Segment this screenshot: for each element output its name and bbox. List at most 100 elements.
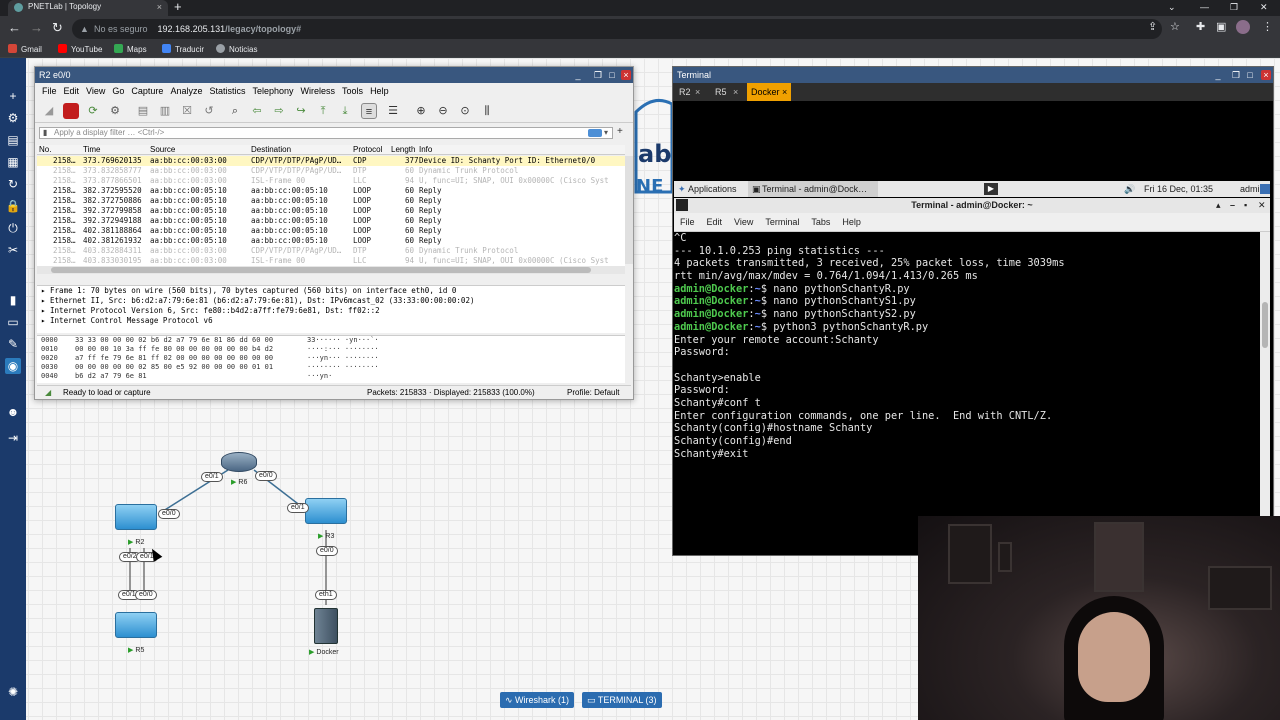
tab-close-icon[interactable]: × <box>782 87 787 97</box>
packet-row[interactable]: 2158… 373.877866501 aa:bb:cc:00:03:00 ISL-F… <box>37 176 625 186</box>
node-docker-label[interactable]: ▶ Docker <box>309 648 339 656</box>
tab-docker[interactable]: Docker × <box>747 83 792 101</box>
packet-row[interactable]: 2158… 402.381261932 aa:bb:cc:00:05:10 aa:bb… <box>37 236 625 246</box>
go-back-icon[interactable]: ⇦ <box>249 103 265 119</box>
terminal-scrollbar[interactable] <box>1260 232 1270 554</box>
docker-server-icon[interactable] <box>314 608 338 644</box>
zoom-in-icon[interactable]: ⊕ <box>413 103 429 119</box>
menu-telephony[interactable]: Telephony <box>252 86 293 96</box>
col-info[interactable]: Info <box>419 145 432 155</box>
packet-row[interactable]: 2158… 382.372595520 aa:bb:cc:00:05:10 aa:bb… <box>37 186 625 196</box>
packet-row[interactable]: 2158… 392.372949188 aa:bb:cc:00:05:10 aa:bb… <box>37 216 625 226</box>
switch-r5-icon[interactable] <box>115 612 157 638</box>
packet-list-scrollbar[interactable] <box>625 156 633 264</box>
switch-r2-icon[interactable] <box>115 504 157 530</box>
col-time[interactable]: Time <box>83 145 100 155</box>
close-icon[interactable]: × <box>1261 70 1271 80</box>
menu-go[interactable]: Go <box>112 86 124 96</box>
menu-edit[interactable]: Edit <box>64 86 80 96</box>
xterm-menu-edit[interactable]: Edit <box>707 217 723 227</box>
menu-capture[interactable]: Capture <box>131 86 163 96</box>
maximize-icon[interactable]: □ <box>607 70 617 80</box>
expand-arrow-icon[interactable]: ▸ <box>41 316 50 325</box>
node-r6-label[interactable]: ▶ R6 <box>231 478 247 486</box>
packet-row[interactable]: 2158… 382.372750886 aa:bb:cc:00:05:10 aa:bb… <box>37 196 625 206</box>
xterm-menu-terminal[interactable]: Terminal <box>765 217 799 227</box>
restore-icon[interactable]: ❐ <box>1231 70 1241 80</box>
bookmark-filter-icon[interactable]: ▮ <box>43 128 47 138</box>
menu-analyze[interactable]: Analyze <box>170 86 202 96</box>
panel-task-terminal[interactable]: Terminal - admin@Dock… <box>748 181 878 197</box>
capture-options-icon[interactable]: ⚙ <box>107 103 123 119</box>
xterm-minimize-icon[interactable]: ▴ <box>1216 198 1221 213</box>
wireshark-task-button[interactable]: ∿ Wireshark (1) <box>500 692 575 708</box>
stop-capture-icon[interactable] <box>63 103 79 119</box>
expert-info-icon[interactable]: ◢ <box>45 386 51 400</box>
packet-row[interactable]: 2158… 373.769620135 aa:bb:cc:00:03:00 CDP/V… <box>37 156 625 166</box>
terminal-task-button[interactable]: ▭ TERMINAL (3) <box>582 692 662 708</box>
col-length[interactable]: Length <box>391 145 415 155</box>
menu-view[interactable]: View <box>86 86 105 96</box>
packet-row[interactable]: 2158… 403.832884311 aa:bb:cc:00:03:00 CDP/V… <box>37 246 625 256</box>
xterm-maximize-icon[interactable]: ▪ <box>1244 198 1247 213</box>
zoom-out-icon[interactable]: ⊖ <box>435 103 451 119</box>
go-to-packet-icon[interactable]: ↪ <box>293 103 309 119</box>
xterm-menu-file[interactable]: File <box>680 217 695 227</box>
packet-list-hscrollbar[interactable] <box>37 266 625 274</box>
close-icon[interactable]: × <box>621 70 631 80</box>
display-filter-input[interactable]: Apply a display filter … <Ctrl-/> ▮ ▾ <box>39 127 613 139</box>
resize-columns-icon[interactable]: ⫼ <box>479 103 495 119</box>
col-no[interactable]: No. <box>39 145 51 155</box>
xterm-close-icon[interactable]: ✕ <box>1258 198 1266 213</box>
terminal-scroll-thumb[interactable] <box>1262 302 1268 348</box>
minimize-icon[interactable]: _ <box>573 70 583 80</box>
restart-capture-icon[interactable]: ⟳ <box>85 103 101 119</box>
detail-tree-item[interactable]: ▸ Internet Control Message Protocol v6 <box>37 316 625 326</box>
expand-arrow-icon[interactable]: ▸ <box>41 296 50 305</box>
colorize-icon[interactable]: ☰ <box>385 103 401 119</box>
col-destination[interactable]: Destination <box>251 145 291 155</box>
last-packet-icon[interactable]: ⤓ <box>337 103 353 119</box>
terminal-launcher-icon[interactable]: ▶ <box>984 183 998 195</box>
menu-statistics[interactable]: Statistics <box>209 86 245 96</box>
autoscroll-icon[interactable]: ≡ <box>361 103 377 119</box>
go-forward-icon[interactable]: ⇨ <box>271 103 287 119</box>
xterm-menu-help[interactable]: Help <box>842 217 861 227</box>
col-source[interactable]: Source <box>150 145 175 155</box>
menu-help[interactable]: Help <box>370 86 389 96</box>
xterm-minimize2-icon[interactable]: – <box>1230 198 1235 213</box>
restore-icon[interactable]: ❐ <box>593 70 603 80</box>
apply-filter-icon[interactable] <box>588 129 602 137</box>
detail-tree-item[interactable]: ▸ Frame 1: 70 bytes on wire (560 bits), … <box>37 286 625 296</box>
open-file-icon[interactable]: ▤ <box>135 103 151 119</box>
xterm-titlebar[interactable]: Terminal - admin@Docker: ~ ▴ – ▪ ✕ <box>674 198 1270 213</box>
tab-close-icon[interactable]: × <box>729 83 742 101</box>
filter-dropdown-icon[interactable]: ▾ <box>604 128 608 138</box>
router-r6-icon[interactable] <box>221 452 257 472</box>
menu-file[interactable]: File <box>42 86 57 96</box>
normal-size-icon[interactable]: ⊙ <box>457 103 473 119</box>
volume-icon[interactable]: 🔊 <box>1124 181 1135 197</box>
first-packet-icon[interactable]: ⤒ <box>315 103 331 119</box>
find-packet-icon[interactable]: ⌕ <box>227 103 243 119</box>
packet-row[interactable]: 2158… 373.832858777 aa:bb:cc:00:03:00 CDP/V… <box>37 166 625 176</box>
switch-r3-icon[interactable] <box>305 498 347 524</box>
packet-row[interactable]: 2158… 403.833030195 aa:bb:cc:00:03:00 ISL-F… <box>37 256 625 266</box>
detail-tree-item[interactable]: ▸ Internet Protocol Version 6, Src: fe80… <box>37 306 625 316</box>
start-capture-icon[interactable]: ◢ <box>41 103 57 119</box>
tab-r5[interactable]: R5 <box>711 83 731 101</box>
col-protocol[interactable]: Protocol <box>353 145 382 155</box>
reload-file-icon[interactable]: ↺ <box>201 103 217 119</box>
terminal-titlebar[interactable]: Terminal <box>673 67 1273 83</box>
packet-row[interactable]: 2158… 392.372799858 aa:bb:cc:00:05:10 aa:bb… <box>37 206 625 216</box>
maximize-icon[interactable]: □ <box>1245 70 1255 80</box>
menu-tools[interactable]: Tools <box>342 86 363 96</box>
terminal-output[interactable]: ^C --- 10.1.0.253 ping statistics --- 4 pa… <box>674 232 1260 554</box>
detail-tree-item[interactable]: ▸ Ethernet II, Src: b6:d2:a7:79:6e:81 (b… <box>37 296 625 306</box>
xterm-menu-view[interactable]: View <box>734 217 753 227</box>
save-file-icon[interactable]: ▥ <box>157 103 173 119</box>
tab-close-icon[interactable]: × <box>691 83 704 101</box>
panel-actions-icon[interactable] <box>1260 184 1270 194</box>
node-r2-label[interactable]: ▶ R2 <box>128 538 144 546</box>
panel-clock[interactable]: Fri 16 Dec, 01:35 <box>1144 181 1213 197</box>
